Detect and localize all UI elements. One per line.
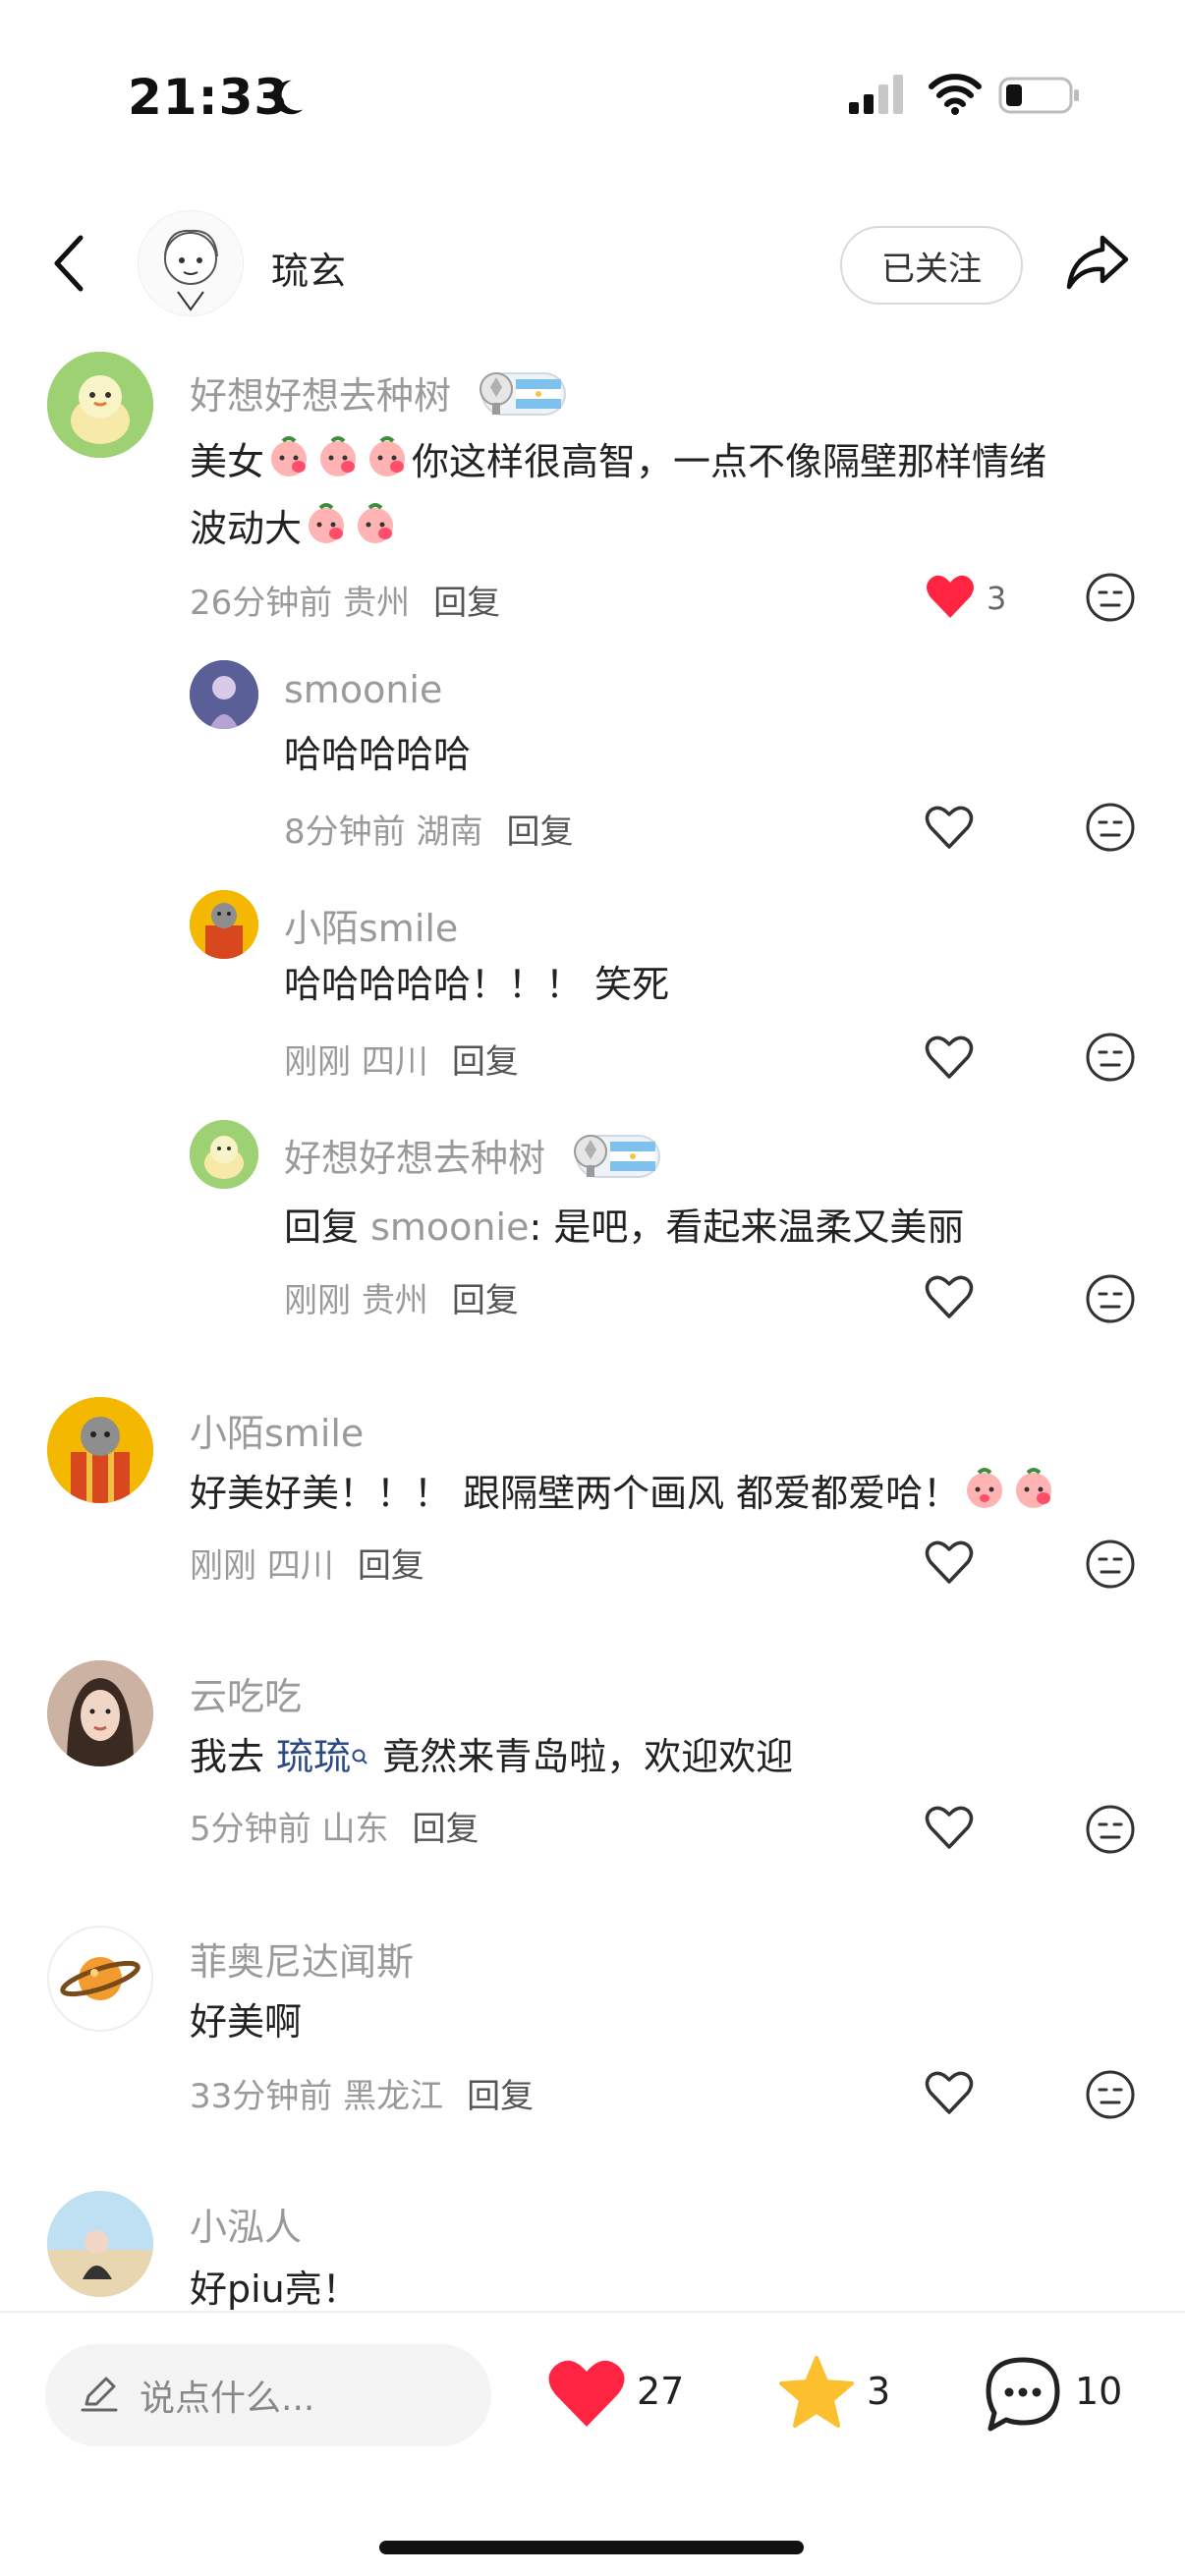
fan-badge-icon [567,1130,665,1192]
star-count: 3 [867,2370,891,2413]
wifi-icon [928,71,983,116]
comment-username[interactable]: 小陌smile [190,1403,364,1457]
reply-text: 哈哈哈哈哈！！！ 笑死 [284,963,670,1006]
reply-avatar[interactable] [190,890,258,959]
commenter-avatar[interactable] [47,352,153,458]
comment-meta: 5分钟前 山东 回复 [190,1810,480,1849]
comment-text: 好美啊 [190,2000,303,2044]
heart-filled-icon[interactable] [925,573,976,620]
comment-input-placeholder: 说点什么... [140,2379,315,2419]
share-icon[interactable] [1063,228,1132,297]
reply-button[interactable]: 回复 [433,584,500,623]
commenter-avatar[interactable] [47,1660,153,1766]
reply-meta: 刚刚 贵州 回复 [284,1281,519,1320]
like-count-total: 27 [637,2370,685,2413]
reply-target[interactable]: smoonie [370,1205,529,1249]
heart-outline-icon[interactable] [924,1539,975,1586]
meh-face-icon[interactable] [1085,2069,1136,2120]
reply-button[interactable]: 回复 [412,1810,479,1849]
reply-button[interactable]: 回复 [358,1546,424,1586]
star-icon[interactable] [776,2354,857,2433]
bottom-divider [0,2311,1185,2313]
reply-username[interactable]: 小陌smile [284,898,458,952]
pencil-icon [77,2371,122,2420]
peach-blush-emoji-icon [1010,1463,1057,1529]
comment-username[interactable]: 好想好想去种树 [190,365,571,429]
comment-input[interactable]: 说点什么... [45,2344,491,2446]
peach-blush-emoji-icon [961,1463,1008,1529]
heart-outline-icon[interactable] [924,1273,975,1320]
comment-username[interactable]: 云吃吃 [190,1666,302,1720]
comment-meta: 33分钟前 黑龙江 回复 [190,2077,535,2116]
peach-blush-emoji-icon [352,498,399,564]
comment-text: 好美好美！！！ 跟隔壁两个画风 都爱都爱哈！ [190,1462,1133,1529]
reply-text: 回复 smoonie: 是吧，看起来温柔又美丽 [284,1205,965,1249]
comment-meta: 刚刚 四川 回复 [190,1546,424,1586]
heart-outline-icon[interactable] [924,1804,975,1851]
battery-icon [998,75,1081,116]
reply-button[interactable]: 回复 [452,1281,519,1320]
reply-avatar[interactable] [190,660,258,729]
heart-outline-icon[interactable] [924,804,975,851]
comment-username[interactable]: 菲奥尼达闻斯 [190,1932,414,1986]
home-indicator [379,2541,804,2554]
comment-meta: 26分钟前 贵州 回复 [190,584,501,623]
comment-count: 10 [1075,2370,1123,2413]
reply-meta: 刚刚 四川 回复 [284,1042,519,1082]
heart-outline-icon[interactable] [924,2069,975,2116]
meh-face-icon[interactable] [1085,572,1136,623]
peach-blush-emoji-icon [314,431,362,497]
heart-outline-icon[interactable] [924,1034,975,1081]
comment-text: 美女 你这样很高智，一点不像隔壁那样情绪 波动大 [190,430,1133,564]
reply-button[interactable]: 回复 [467,2077,534,2116]
reply-button[interactable]: 回复 [506,812,573,852]
peach-blush-emoji-icon [265,431,312,497]
commenter-avatar[interactable] [47,1926,153,2032]
reply-button[interactable]: 回复 [452,1042,519,1082]
reply-username[interactable]: 好想好想去种树 [284,1128,665,1192]
reply-username[interactable]: smoonie [284,668,442,711]
fan-badge-icon [473,367,571,429]
peach-blush-emoji-icon [364,431,411,497]
author-avatar[interactable] [138,210,244,316]
comment-text: 我去 琉琉 竟然来青岛啦，欢迎欢迎 [190,1725,793,1788]
search-icon [351,1725,370,1788]
reply-text: 哈哈哈哈哈 [284,733,472,776]
meh-face-icon[interactable] [1085,802,1136,853]
author-name[interactable]: 琉玄 [271,241,346,295]
peach-blush-emoji-icon [303,498,350,564]
reply-meta: 8分钟前 湖南 回复 [284,812,574,852]
moon-icon [263,75,309,120]
commenter-avatar[interactable] [47,1397,153,1503]
back-arrow-icon[interactable] [49,232,88,295]
meh-face-icon[interactable] [1085,1804,1136,1855]
follow-button[interactable]: 已关注 [840,226,1023,305]
meh-face-icon[interactable] [1085,1032,1136,1083]
like-heart-icon[interactable] [546,2356,627,2429]
comment-bubble-icon[interactable] [983,2354,1063,2435]
meh-face-icon[interactable] [1085,1539,1136,1590]
signal-icon [847,73,906,116]
commenter-avatar[interactable] [47,2191,153,2297]
reply-avatar[interactable] [190,1120,258,1189]
comment-username[interactable]: 小泓人 [190,2197,302,2251]
meh-face-icon[interactable] [1085,1273,1136,1324]
like-count: 3 [987,580,1007,617]
mention-link[interactable]: 琉琉 [276,1735,370,1778]
